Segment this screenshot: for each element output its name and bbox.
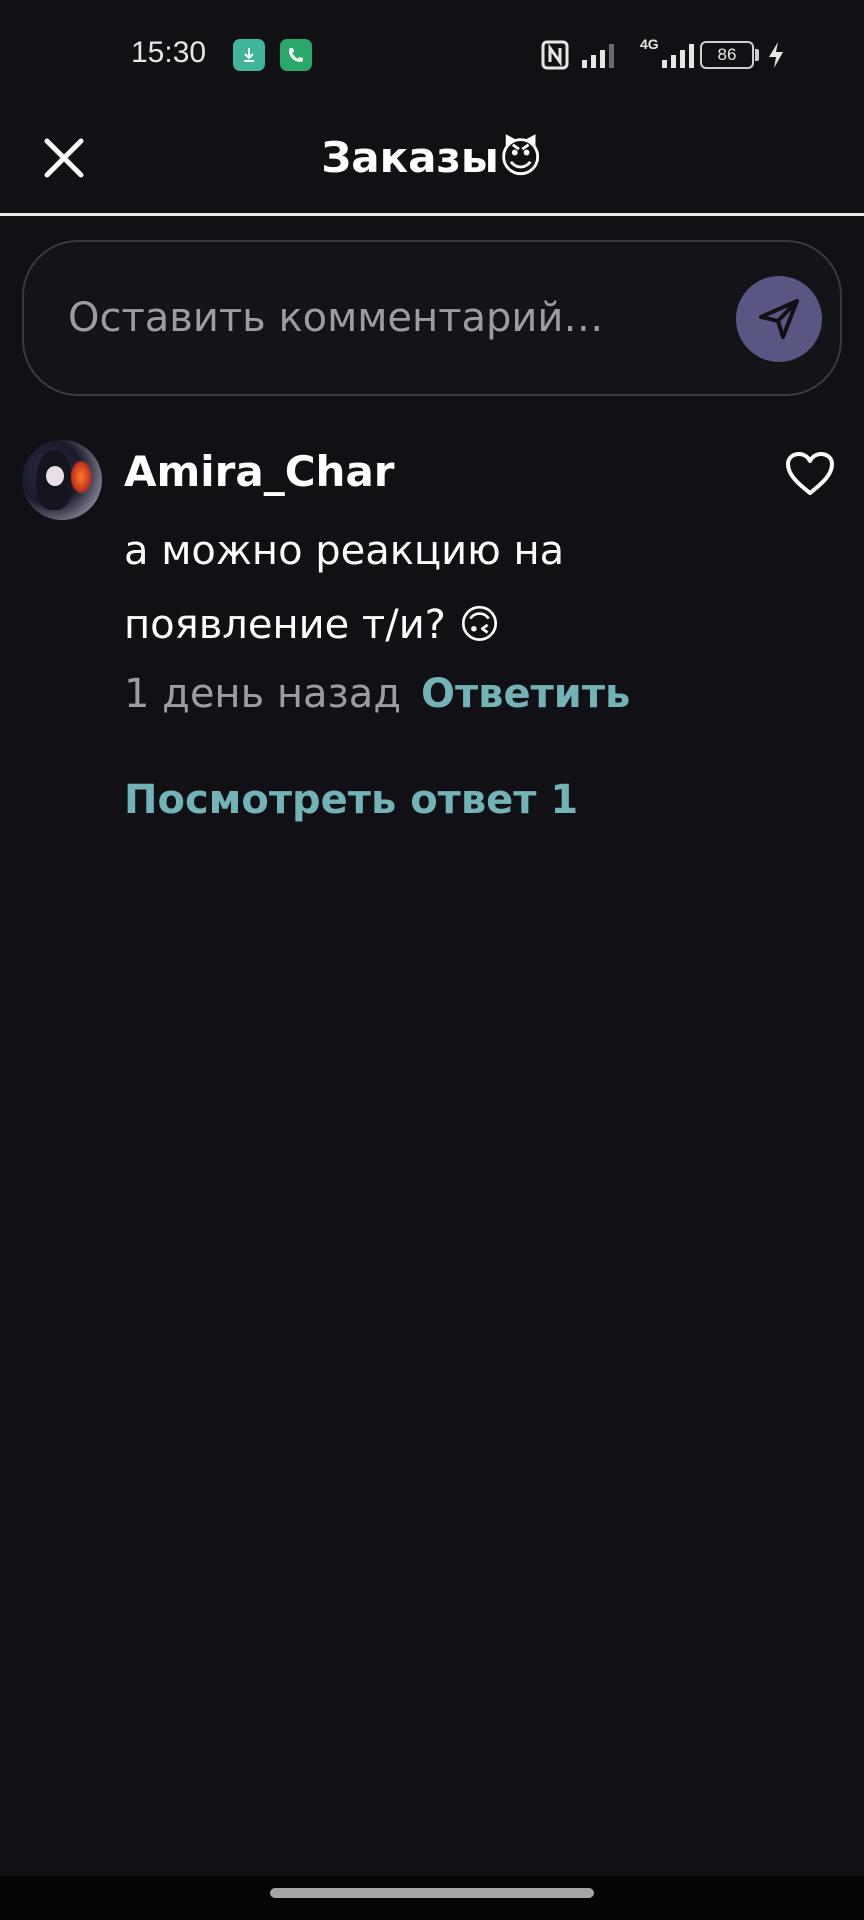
send-button[interactable]: [736, 276, 822, 362]
comment-composer: [22, 240, 842, 396]
status-time: 15:30: [131, 36, 207, 69]
avatar[interactable]: [22, 440, 102, 520]
like-button[interactable]: [784, 450, 836, 498]
view-replies-button[interactable]: Посмотреть ответ 1: [124, 768, 578, 832]
battery-icon: 86: [700, 41, 754, 69]
comment-timestamp: 1 день назад: [124, 671, 401, 717]
header: Заказы😈: [0, 110, 864, 214]
download-icon: [233, 39, 265, 71]
navigation-area: [0, 1876, 864, 1920]
send-icon: [759, 299, 799, 339]
charging-icon: [766, 40, 786, 74]
page-title: Заказы😈: [321, 133, 543, 182]
comment-input[interactable]: [66, 280, 690, 356]
phone-icon: [280, 39, 312, 71]
signal-icon: [660, 40, 700, 74]
status-bar: 15:30 4G 86: [0, 0, 864, 110]
home-gesture-bar[interactable]: [270, 1888, 594, 1898]
comment-username[interactable]: Amira_Char: [124, 440, 395, 504]
battery-level: 86: [717, 45, 737, 64]
nfc-icon: [541, 40, 569, 74]
signal-icon: [580, 40, 620, 74]
reply-button[interactable]: Ответить: [421, 671, 630, 717]
battery-tip: [755, 49, 759, 61]
comment-text: а можно реакцию на появление т/и? 🙃: [124, 528, 565, 648]
heart-icon: [786, 452, 834, 495]
network-type-label: 4G: [640, 36, 659, 52]
header-divider: [0, 213, 864, 216]
comment-meta: 1 день назад Ответить: [124, 662, 630, 726]
